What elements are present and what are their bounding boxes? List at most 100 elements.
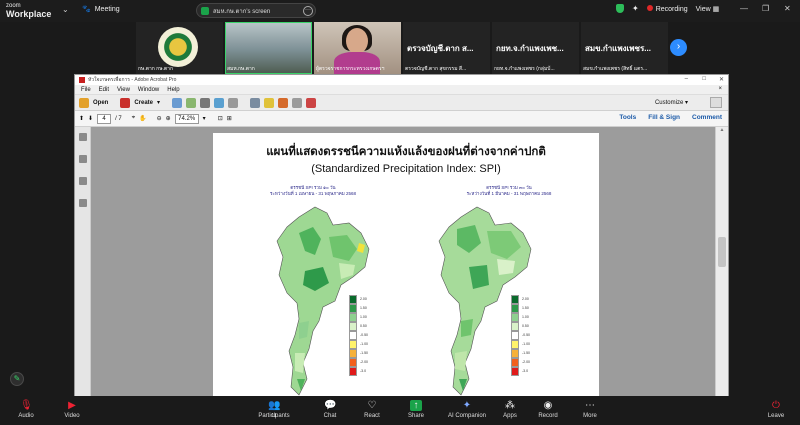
ai-companion-label: AI Companion — [447, 413, 487, 419]
view-menu[interactable]: View ▦ — [696, 5, 720, 13]
menu-view[interactable]: View — [117, 87, 130, 93]
chevron-down-icon[interactable]: ▾ — [203, 115, 206, 122]
legend-swatch — [349, 295, 357, 304]
heart-icon: ♡ — [367, 400, 377, 411]
menu-window[interactable]: Window — [138, 87, 159, 93]
pages-icon[interactable] — [79, 133, 87, 141]
open-button[interactable]: Open — [93, 100, 108, 106]
meeting-menu[interactable]: 🐾 Meeting — [82, 5, 120, 14]
stamp-icon[interactable] — [292, 97, 303, 108]
legend-swatch — [349, 349, 357, 358]
legend-label: 1.50 — [522, 306, 529, 310]
share-icon[interactable] — [214, 97, 225, 108]
minimize-icon[interactable]: — — [740, 4, 748, 13]
shield-icon[interactable] — [616, 4, 624, 13]
acrobat-title: หัวใจเกษตรเพื่อการ - Adobe Acrobat Pro — [88, 77, 177, 83]
signature-icon[interactable] — [79, 199, 87, 207]
participant-tile[interactable]: สมห.กษ.ตาก — [225, 22, 312, 74]
print-icon[interactable] — [200, 97, 211, 108]
maximize-icon[interactable]: □ — [702, 76, 706, 82]
leave-button[interactable]: ⏻ Leave — [756, 400, 796, 419]
leave-icon: ⏻ — [772, 400, 780, 411]
more-button[interactable]: ⋯ More — [570, 400, 610, 419]
participants-icon: 👥11 — [268, 400, 281, 419]
page-number-input[interactable]: 4 — [97, 113, 112, 124]
next-page-icon[interactable]: ⬇ — [88, 115, 93, 122]
annotate-pencil-icon[interactable]: ✎ — [10, 372, 24, 386]
customize-menu[interactable]: Customize ▾ — [655, 99, 688, 106]
fit-width-icon[interactable]: ⊞ — [227, 115, 232, 122]
audio-button[interactable]: 🎙 Audio — [6, 400, 46, 419]
record-icon: ◉ — [543, 400, 553, 411]
vertical-scrollbar[interactable]: ▲ — [715, 127, 728, 397]
chevron-down-icon[interactable]: ⌄ — [62, 5, 69, 14]
minimize-icon[interactable]: – — [685, 76, 688, 82]
participant-tile[interactable]: สมข.กำแพงเพชร... สมข.กำแพงเพชร (สิทธิ์ แ… — [581, 22, 668, 74]
video-button[interactable]: ▶ Video — [52, 400, 92, 419]
react-button[interactable]: ♡ React — [352, 400, 392, 419]
settings-icon[interactable] — [250, 97, 261, 108]
select-tool-icon[interactable]: ⌖ — [132, 115, 135, 122]
chevron-down-icon[interactable]: ▾ — [157, 99, 160, 106]
legend-swatch — [511, 349, 519, 358]
apps-button[interactable]: ⁂ Apps — [490, 400, 530, 419]
acrobat-nav-toolbar: ⬆ ⬇ 4 / 7 ⌖ ✋ ⊖ ⊕ 74.2% ▾ ⊡ ⊞ Tools Fill… — [75, 111, 728, 127]
scroll-thumb[interactable] — [718, 237, 726, 267]
paw-icon: 🐾 — [82, 6, 91, 13]
record-label: Record — [538, 413, 558, 419]
legend-swatch — [349, 331, 357, 340]
participant-tile[interactable]: ผู้ตรวจราชการกระทรวงเกษตรฯ — [314, 22, 401, 74]
export-icon[interactable] — [306, 97, 317, 108]
apps-label: Apps — [503, 413, 517, 419]
bookmark-icon[interactable] — [79, 155, 87, 163]
map-right-caption-line2: ระหว่างวันที่ 1 มีนาคม - 31 พฤษภาคม 2568 — [466, 191, 552, 196]
participant-tile[interactable]: กยท.จ.กำแพงเพช... กยท.จ.กำแพงเพชร (กลุ่ม… — [492, 22, 579, 74]
zoom-logo: zoom Workplace — [6, 2, 51, 19]
create-button[interactable]: Create — [134, 100, 153, 106]
legend-label: -1.50 — [360, 351, 368, 355]
hand-tool-icon[interactable]: ✋ — [139, 115, 146, 122]
attachment-icon[interactable] — [79, 177, 87, 185]
meeting-label: Meeting — [94, 5, 120, 13]
ai-companion-button[interactable]: ✦ AI Companion — [444, 400, 490, 419]
save-icon[interactable] — [172, 97, 183, 108]
legend-swatch — [511, 295, 519, 304]
tab-comment[interactable]: Comment — [692, 114, 722, 121]
prev-page-icon[interactable]: ⬆ — [79, 115, 84, 122]
map-left-caption: ดรรชนี SPI รวม ๑๐ วัน ระหว่างวันที่ 1 เม… — [253, 185, 373, 197]
microphone-muted-icon: 🎙 — [20, 400, 33, 411]
screen-share-pill[interactable]: สมห.กษ.ตาก's screen ··· — [196, 3, 316, 18]
chat-button[interactable]: 💬 Chat — [310, 400, 350, 419]
upload-icon[interactable] — [186, 97, 197, 108]
next-page-icon[interactable]: › — [670, 39, 687, 56]
document-area: แผนที่แสดงดรรชนีความแห้งแล้งของฝนที่ต่าง… — [91, 127, 717, 397]
highlight-icon[interactable] — [278, 97, 289, 108]
scroll-up-icon[interactable]: ▲ — [716, 127, 728, 133]
participant-tile[interactable]: ตรวจบัญชี.ตาก ส... ตรวจบัญชี.ตาก สุขกรรม… — [403, 22, 490, 74]
fit-page-icon[interactable]: ⊡ — [218, 115, 223, 122]
tab-tools[interactable]: Tools — [619, 114, 636, 121]
zoom-out-icon[interactable]: ⊖ — [157, 115, 162, 122]
sparkle-icon[interactable]: ✦ — [632, 4, 639, 13]
close-doc-icon[interactable]: × — [718, 86, 722, 92]
map-right-caption: ดรรชนี SPI รวม ๓๐ วัน ระหว่างวันที่ 1 มี… — [449, 185, 569, 197]
legend-label: -2.00 — [522, 360, 530, 364]
close-icon[interactable]: ✕ — [719, 76, 724, 83]
expand-icon[interactable] — [710, 97, 722, 108]
comment-icon[interactable] — [264, 97, 275, 108]
close-icon[interactable]: ✕ — [784, 4, 791, 13]
zoom-input[interactable]: 74.2% — [174, 113, 199, 124]
zoom-in-icon[interactable]: ⊕ — [166, 115, 171, 122]
maximize-icon[interactable]: ❐ — [762, 4, 769, 13]
email-icon[interactable] — [228, 97, 239, 108]
tab-fill-sign[interactable]: Fill & Sign — [648, 114, 680, 121]
menu-file[interactable]: File — [81, 87, 91, 93]
more-icon[interactable]: ··· — [303, 6, 313, 16]
record-button[interactable]: ◉ Record — [528, 400, 568, 419]
menu-edit[interactable]: Edit — [99, 87, 109, 93]
participant-tile[interactable]: กษ.ตาก กษ.ตาก — [136, 22, 223, 74]
participants-button[interactable]: 👥11 Participants — [254, 400, 294, 419]
menu-help[interactable]: Help — [167, 87, 179, 93]
recording-indicator[interactable]: Recording — [646, 4, 688, 13]
share-button[interactable]: ↑ Share — [396, 400, 436, 419]
